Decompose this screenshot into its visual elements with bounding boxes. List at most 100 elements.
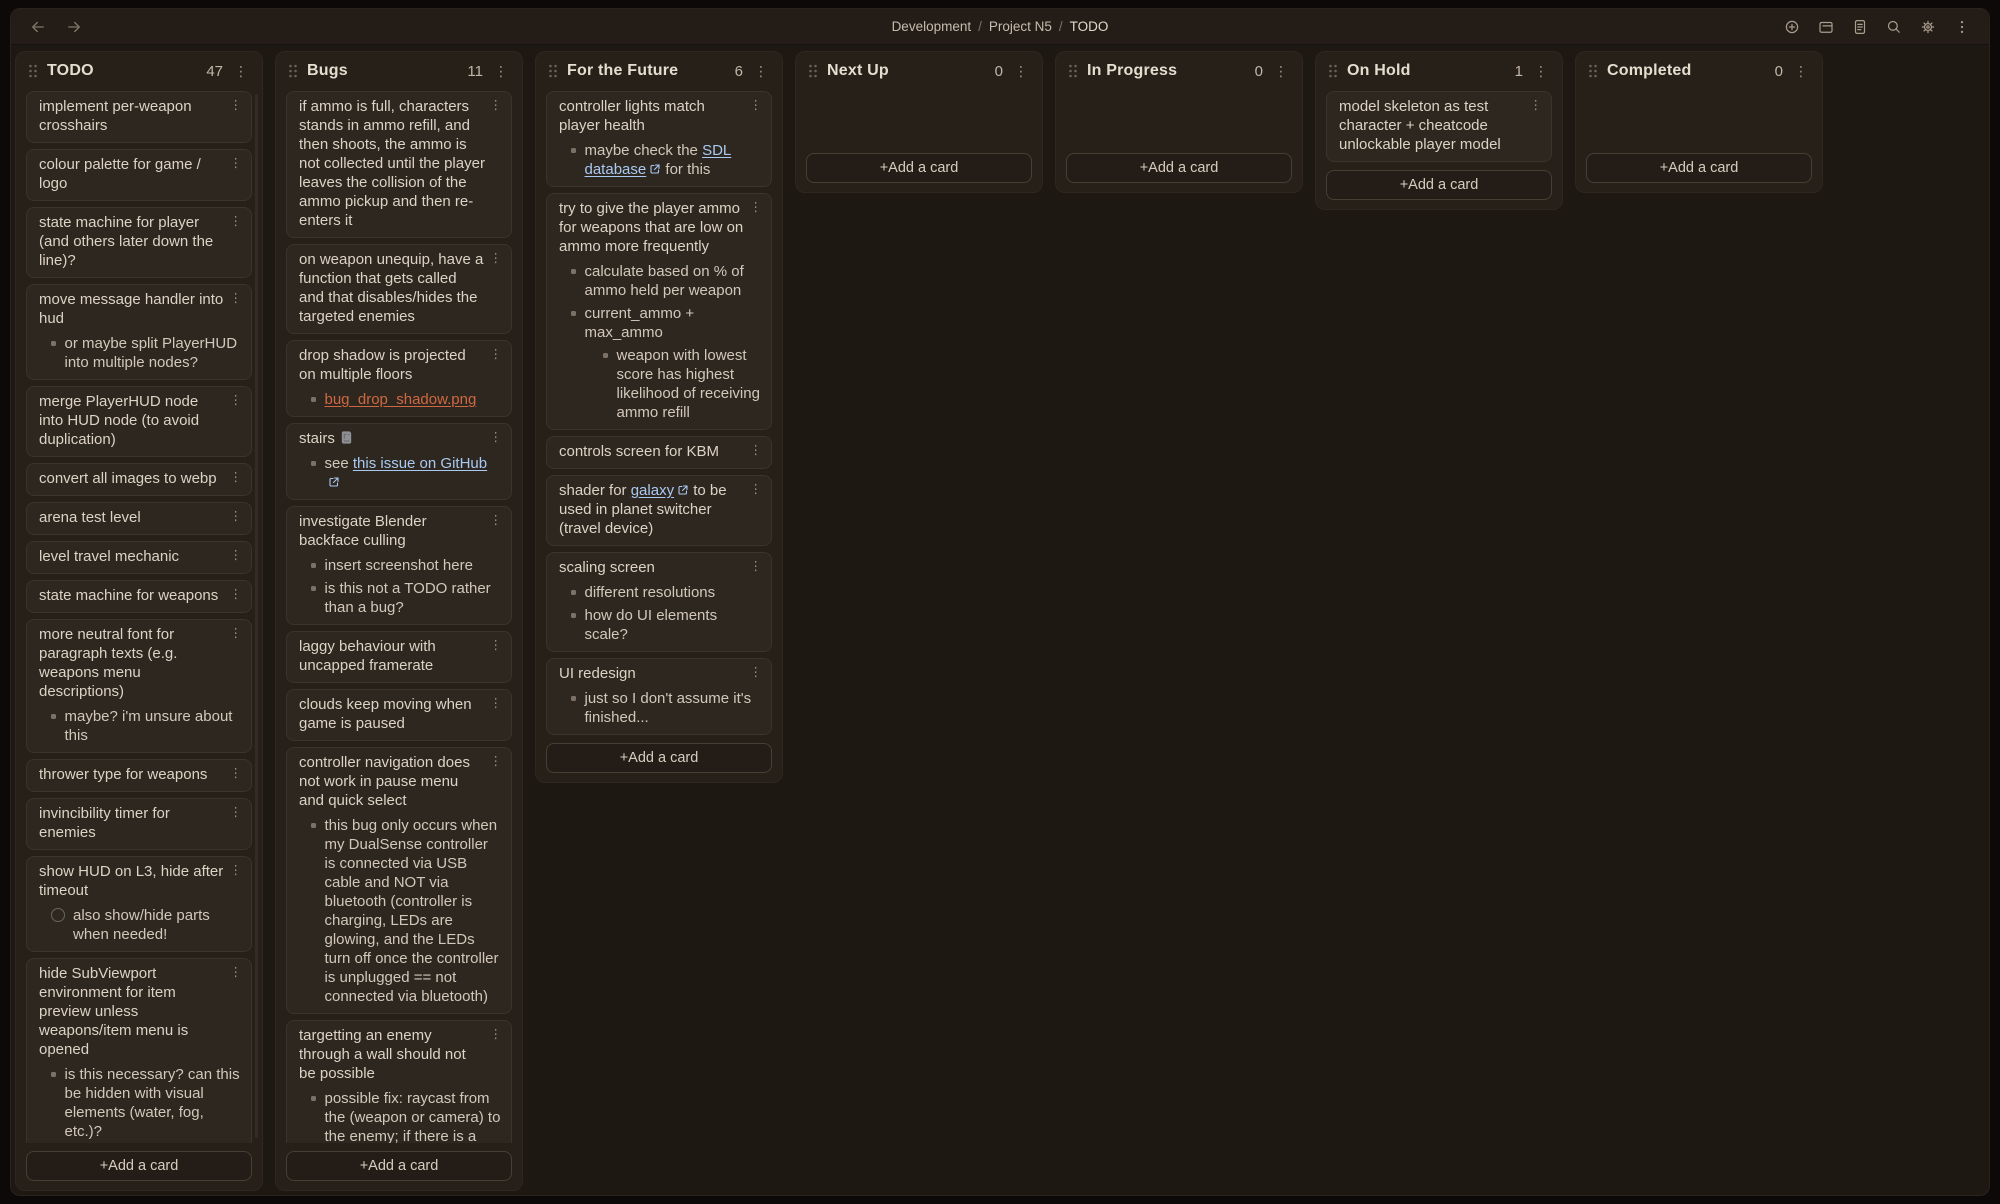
card[interactable]: ⋮scaling screendifferent resolutionshow … (546, 552, 772, 652)
card[interactable]: ⋮arena test level (26, 502, 252, 535)
card[interactable]: ⋮merge PlayerHUD node into HUD node (to … (26, 386, 252, 457)
column-in-progress: In Progress0⋮+Add a card (1055, 51, 1303, 193)
card[interactable]: ⋮UI redesignjust so I don't assume it's … (546, 658, 772, 735)
card-menu-icon[interactable]: ⋮ (490, 98, 503, 113)
card-menu-icon[interactable]: ⋮ (750, 98, 763, 113)
card[interactable]: ⋮shader for galaxy to be used in planet … (546, 475, 772, 546)
card[interactable]: ⋮more neutral font for paragraph texts (… (26, 619, 252, 753)
card-menu-icon[interactable]: ⋮ (230, 587, 243, 602)
breadcrumb-project[interactable]: Project N5 (989, 19, 1052, 34)
card-menu-icon[interactable]: ⋮ (490, 638, 503, 653)
card-menu-icon[interactable]: ⋮ (230, 291, 243, 306)
add-card-button[interactable]: +Add a card (1326, 170, 1552, 200)
card[interactable]: ⋮hide SubViewport environment for item p… (26, 958, 252, 1143)
card-menu-icon[interactable]: ⋮ (490, 696, 503, 711)
card-menu-icon[interactable]: ⋮ (490, 513, 503, 528)
card-menu-icon[interactable]: ⋮ (490, 251, 503, 266)
card-menu-icon[interactable]: ⋮ (490, 1027, 503, 1042)
card-menu-icon[interactable]: ⋮ (230, 214, 243, 229)
drag-handle-icon[interactable] (548, 64, 558, 78)
card-menu-icon[interactable]: ⋮ (750, 200, 763, 215)
card[interactable]: ⋮colour palette for game / logo (26, 149, 252, 201)
checkbox-circle[interactable] (51, 908, 65, 922)
card[interactable]: ⋮thrower type for weapons (26, 759, 252, 792)
drag-handle-icon[interactable] (1328, 64, 1338, 78)
card[interactable]: ⋮laggy behaviour with uncapped framerate (286, 631, 512, 683)
add-card-button[interactable]: +Add a card (1586, 153, 1812, 183)
column-menu-icon[interactable]: ⋮ (492, 64, 510, 78)
column-menu-icon[interactable]: ⋮ (1272, 64, 1290, 78)
card[interactable]: ⋮state machine for weapons (26, 580, 252, 613)
card-menu-icon[interactable]: ⋮ (230, 548, 243, 563)
card-menu-icon[interactable]: ⋮ (230, 98, 243, 113)
archive-icon[interactable] (1815, 16, 1837, 38)
card[interactable]: ⋮invincibility timer for enemies (26, 798, 252, 850)
settings-icon[interactable] (1917, 16, 1939, 38)
add-card-button[interactable]: +Add a card (26, 1151, 252, 1181)
card-menu-icon[interactable]: ⋮ (490, 347, 503, 362)
text-segment: see (325, 455, 353, 472)
drag-handle-icon[interactable] (1068, 64, 1078, 78)
text-segment: controller navigation does not work in p… (299, 754, 470, 809)
column-menu-icon[interactable]: ⋮ (1012, 64, 1030, 78)
card-menu-icon[interactable]: ⋮ (750, 482, 763, 497)
card[interactable]: ⋮show HUD on L3, hide after timeoutalso … (26, 856, 252, 952)
card[interactable]: ⋮clouds keep moving when game is paused (286, 689, 512, 741)
attachment-link[interactable]: bug_drop_shadow.png (325, 391, 477, 408)
new-card-icon[interactable] (1781, 16, 1803, 38)
card-menu-icon[interactable]: ⋮ (230, 626, 243, 641)
card[interactable]: ⋮state machine for player (and others la… (26, 207, 252, 278)
card[interactable]: ⋮drop shadow is projected on multiple fl… (286, 340, 512, 417)
card-menu-icon[interactable]: ⋮ (490, 430, 503, 445)
forward-button[interactable] (63, 16, 85, 38)
drag-handle-icon[interactable] (28, 64, 38, 78)
column-menu-icon[interactable]: ⋮ (1532, 64, 1550, 78)
back-button[interactable] (27, 16, 49, 38)
card-menu-icon[interactable]: ⋮ (230, 805, 243, 820)
card-menu-icon[interactable]: ⋮ (230, 509, 243, 524)
drag-handle-icon[interactable] (1588, 64, 1598, 78)
card[interactable]: ⋮try to give the player ammo for weapons… (546, 193, 772, 430)
card-menu-icon[interactable]: ⋮ (230, 470, 243, 485)
add-card-button[interactable]: +Add a card (806, 153, 1032, 183)
card[interactable]: ⋮convert all images to webp (26, 463, 252, 496)
card-menu-icon[interactable]: ⋮ (230, 393, 243, 408)
breadcrumb-board[interactable]: TODO (1070, 19, 1109, 34)
card-menu-icon[interactable]: ⋮ (230, 863, 243, 878)
card[interactable]: ⋮targetting an enemy through a wall shou… (286, 1020, 512, 1143)
card-menu-icon[interactable]: ⋮ (490, 754, 503, 769)
drag-handle-icon[interactable] (288, 64, 298, 78)
card-menu-icon[interactable]: ⋮ (230, 766, 243, 781)
column-menu-icon[interactable]: ⋮ (752, 64, 770, 78)
column-scrollbar[interactable] (255, 94, 258, 1138)
add-card-button[interactable]: +Add a card (1066, 153, 1292, 183)
card[interactable]: ⋮ controller navigation does not work in … (286, 747, 512, 1014)
card[interactable]: ⋮controller lights match player healthma… (546, 91, 772, 187)
card-menu-icon[interactable]: ⋮ (750, 559, 763, 574)
card[interactable]: ⋮implement per-weapon crosshairs (26, 91, 252, 143)
add-card-button[interactable]: +Add a card (286, 1151, 512, 1181)
card-menu-icon[interactable]: ⋮ (1530, 98, 1543, 113)
card[interactable]: ⋮move message handler into hudor maybe s… (26, 284, 252, 380)
notes-icon[interactable] (1849, 16, 1871, 38)
card[interactable]: ⋮on weapon unequip, have a function that… (286, 244, 512, 334)
card-menu-icon[interactable]: ⋮ (230, 965, 243, 980)
external-text-link[interactable]: galaxy (631, 482, 689, 499)
add-card-button[interactable]: +Add a card (546, 743, 772, 773)
card[interactable]: ⋮investigate Blender backface cullingins… (286, 506, 512, 625)
card-menu-icon[interactable]: ⋮ (750, 443, 763, 458)
card-sub-item: maybe? i'm unsure about this (39, 707, 241, 745)
card[interactable]: ⋮level travel mechanic (26, 541, 252, 574)
card[interactable]: ⋮if ammo is full, characters stands in a… (286, 91, 512, 238)
drag-handle-icon[interactable] (808, 64, 818, 78)
card[interactable]: ⋮controls screen for KBM (546, 436, 772, 469)
breadcrumb-development[interactable]: Development (892, 19, 972, 34)
column-menu-icon[interactable]: ⋮ (232, 64, 250, 78)
card-menu-icon[interactable]: ⋮ (230, 156, 243, 171)
card-menu-icon[interactable]: ⋮ (750, 665, 763, 680)
card[interactable]: ⋮stairs see this issue on GitHub (286, 423, 512, 500)
card[interactable]: ⋮model skeleton as test character + chea… (1326, 91, 1552, 162)
column-menu-icon[interactable]: ⋮ (1792, 64, 1810, 78)
more-icon[interactable] (1951, 16, 1973, 38)
search-icon[interactable] (1883, 16, 1905, 38)
